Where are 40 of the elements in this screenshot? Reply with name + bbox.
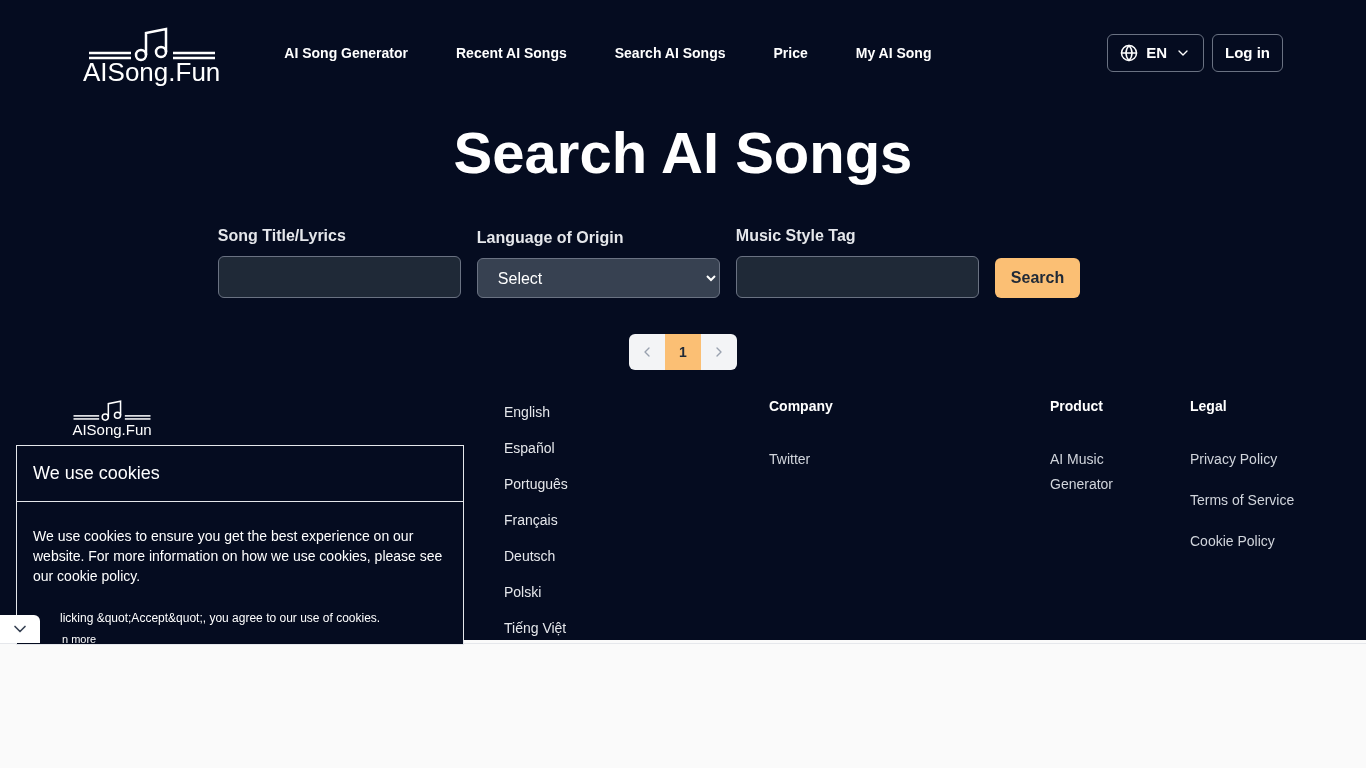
nav-link[interactable]: AI Song Generator: [284, 42, 408, 64]
collapse-tab[interactable]: [0, 615, 40, 643]
language-link[interactable]: Français: [504, 510, 769, 530]
page-button[interactable]: 1: [665, 334, 701, 370]
music-note-icon: [88, 27, 215, 63]
footer-link[interactable]: Cookie Policy: [1190, 529, 1300, 554]
nav-link[interactable]: Search AI Songs: [614, 42, 726, 64]
language-link[interactable]: English: [504, 402, 769, 422]
footer-heading: Company: [769, 397, 834, 416]
cookie-title: We use cookies: [17, 446, 463, 502]
language-button[interactable]: EN: [1107, 34, 1204, 72]
footer-heading: Product: [1050, 397, 1104, 416]
field-label: Language of Origin: [476, 228, 625, 248]
music-note-icon: [72, 400, 152, 422]
language-link[interactable]: Tiếng Việt: [504, 618, 769, 638]
footer-link[interactable]: AI Music Generator: [1050, 447, 1140, 497]
cookie-consent-text: licking &quot;Accept&quot;, you agree to our use of cookies.: [59, 610, 382, 626]
language-link[interactable]: Português: [504, 474, 769, 494]
nav-link[interactable]: Recent AI Songs: [456, 42, 567, 64]
language-select[interactable]: Select: [476, 258, 720, 298]
nav-link[interactable]: My AI Song: [855, 42, 932, 64]
learn-more-link[interactable]: n more: [62, 632, 97, 646]
footer-link[interactable]: Privacy Policy: [1190, 447, 1300, 472]
language-link[interactable]: Español: [504, 438, 769, 458]
logo[interactable]: AISong.Fun: [83, 27, 221, 85]
globe-icon: [1120, 44, 1139, 62]
search-button[interactable]: Search: [994, 258, 1081, 298]
footer-link[interactable]: Terms of Service: [1190, 488, 1300, 513]
input-field[interactable]: [217, 256, 461, 298]
field-label: Song Title/Lyrics: [217, 226, 347, 246]
footer-heading: Legal: [1190, 397, 1228, 416]
field-label: Music Style Tag: [735, 226, 857, 246]
login-button[interactable]: Log in: [1212, 34, 1283, 72]
cookie-text: We use cookies to ensure you get the best experience on our website. For more information on how we use cookies, please see our cookie policy.: [32, 527, 444, 586]
nav-link[interactable]: Price: [773, 42, 808, 64]
language-link[interactable]: Polski: [504, 582, 769, 602]
footer-link[interactable]: Twitter: [769, 447, 1050, 472]
language-link[interactable]: Deutsch: [504, 546, 769, 566]
logo[interactable]: AISong.Fun: [73, 400, 151, 437]
input-field[interactable]: [735, 256, 979, 298]
